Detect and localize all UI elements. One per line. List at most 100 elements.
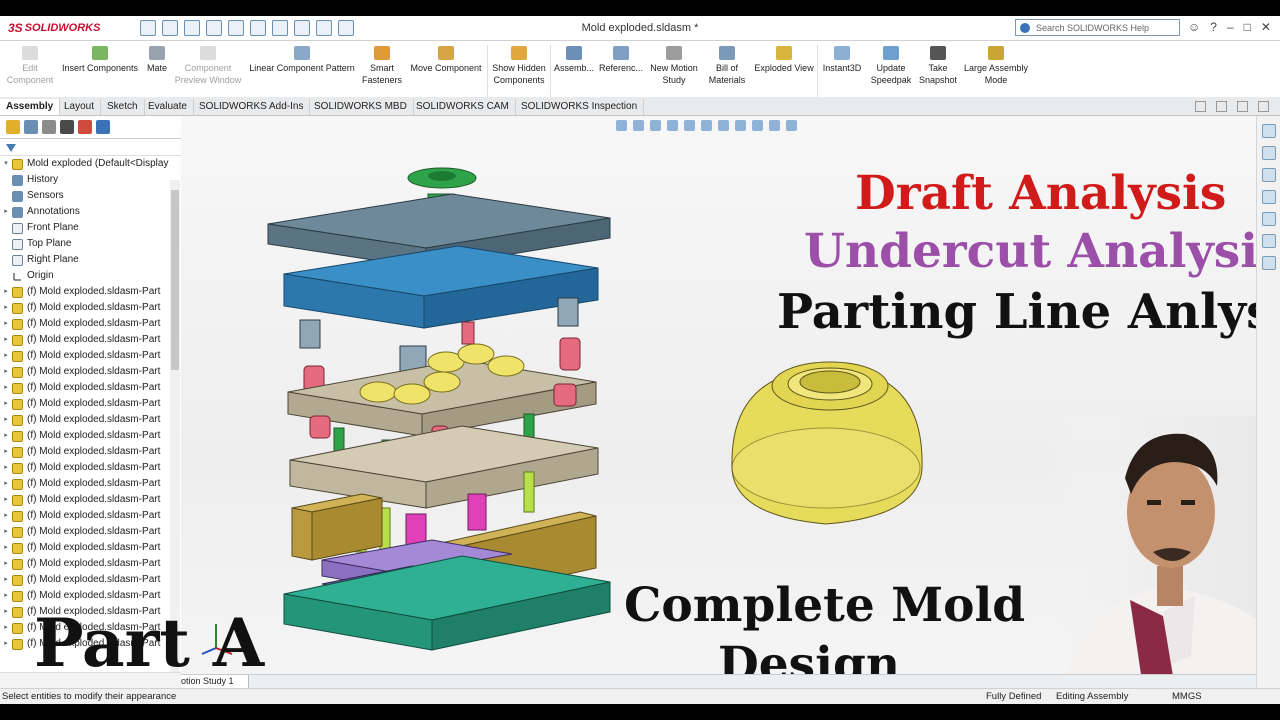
scene-icon[interactable] bbox=[769, 120, 780, 131]
minimize-icon[interactable]: – bbox=[1227, 20, 1234, 34]
tab-assembly[interactable]: Assembly bbox=[0, 99, 61, 115]
expand-icon[interactable]: ▸ bbox=[0, 364, 12, 380]
view-palette-icon[interactable] bbox=[1262, 190, 1276, 204]
tree-item-part[interactable]: ▸ (f) Mold exploded.sldasm-Part bbox=[0, 380, 170, 396]
restore-icon[interactable]: □ bbox=[1244, 20, 1251, 34]
expand-icon[interactable]: ▸ bbox=[0, 524, 12, 540]
zoom-area-icon[interactable] bbox=[633, 120, 644, 131]
tree-item-origin[interactable]: Origin bbox=[0, 268, 170, 284]
scrollbar-thumb[interactable] bbox=[171, 190, 179, 370]
tree-item-sensors[interactable]: Sensors bbox=[0, 188, 170, 204]
view-settings-icon[interactable] bbox=[786, 120, 797, 131]
tab-motion-study[interactable]: otion Study 1 bbox=[181, 675, 249, 688]
tree-item-history[interactable]: History bbox=[0, 172, 170, 188]
edit-appearance-icon[interactable] bbox=[752, 120, 763, 131]
expand-icon[interactable]: ▸ bbox=[0, 540, 12, 556]
tree-item-part[interactable]: ▸ (f) Mold exploded.sldasm-Part bbox=[0, 284, 170, 300]
exploded-mold-assembly[interactable] bbox=[262, 156, 622, 676]
dimxpert-tab-icon[interactable] bbox=[60, 120, 74, 134]
tree-item-part[interactable]: ▸ (f) Mold exploded.sldasm-Part bbox=[0, 412, 170, 428]
edit-component-button[interactable]: Edit Component bbox=[4, 43, 56, 86]
design-library-icon[interactable] bbox=[1262, 146, 1276, 160]
file-explorer-icon[interactable] bbox=[1262, 168, 1276, 182]
expand-icon[interactable]: ▸ bbox=[0, 348, 12, 364]
linear-pattern-button[interactable]: Linear Component Pattern bbox=[246, 43, 358, 74]
tab-cam[interactable]: SOLIDWORKS CAM bbox=[410, 99, 516, 115]
tree-item-part[interactable]: ▸ (f) Mold exploded.sldasm-Part bbox=[0, 524, 170, 540]
display-style-icon[interactable] bbox=[718, 120, 729, 131]
tab-sketch[interactable]: Sketch bbox=[101, 99, 145, 115]
tree-item-part[interactable]: ▸ (f) Mold exploded.sldasm-Part bbox=[0, 508, 170, 524]
expand-icon[interactable]: ▸ bbox=[0, 476, 12, 492]
tab-mbd[interactable]: SOLIDWORKS MBD bbox=[308, 99, 414, 115]
feature-tree-tab-icon[interactable] bbox=[6, 120, 20, 134]
tree-item-part[interactable]: ▸ (f) Mold exploded.sldasm-Part bbox=[0, 444, 170, 460]
expand-icon[interactable]: ▸ bbox=[0, 460, 12, 476]
configuration-tab-icon[interactable] bbox=[42, 120, 56, 134]
help-icon[interactable]: ? bbox=[1210, 20, 1217, 34]
tree-item-part[interactable]: ▸ (f) Mold exploded.sldasm-Part bbox=[0, 396, 170, 412]
large-assembly-mode-button[interactable]: Large Assembly Mode bbox=[962, 43, 1030, 86]
tree-item-part[interactable]: ▸ (f) Mold exploded.sldasm-Part bbox=[0, 364, 170, 380]
forum-icon[interactable] bbox=[1262, 256, 1276, 270]
expand-icon[interactable]: ▸ bbox=[0, 316, 12, 332]
user-icon[interactable]: ☺ bbox=[1188, 20, 1200, 34]
tree-item-right-plane[interactable]: Right Plane bbox=[0, 252, 170, 268]
show-hidden-button[interactable]: Show Hidden Components bbox=[490, 43, 548, 86]
expand-icon[interactable]: ▸ bbox=[0, 588, 12, 604]
expand-icon[interactable]: ▸ bbox=[0, 508, 12, 524]
view-orientation-icon[interactable] bbox=[701, 120, 712, 131]
tree-item-part[interactable]: ▸ (f) Mold exploded.sldasm-Part bbox=[0, 492, 170, 508]
doc-restore-icon[interactable] bbox=[1216, 101, 1227, 112]
expand-icon[interactable]: ▸ bbox=[0, 428, 12, 444]
expand-icon[interactable]: ▸ bbox=[0, 604, 12, 620]
expand-icon[interactable]: ▸ bbox=[0, 620, 12, 636]
assembly-features-button[interactable]: Assemb... bbox=[552, 43, 596, 74]
dynamic-annotation-icon[interactable] bbox=[684, 120, 695, 131]
insert-components-button[interactable]: Insert Components bbox=[58, 43, 142, 74]
exploded-view-button[interactable]: Exploded View bbox=[752, 43, 816, 74]
expand-icon[interactable]: ▸ bbox=[0, 412, 12, 428]
doc-close-icon[interactable] bbox=[1258, 101, 1269, 112]
tab-addins[interactable]: SOLIDWORKS Add-Ins bbox=[193, 99, 311, 115]
doc-maximize-icon[interactable] bbox=[1237, 101, 1248, 112]
display-manager-tab-icon[interactable] bbox=[78, 120, 92, 134]
previous-view-icon[interactable] bbox=[650, 120, 661, 131]
tree-root[interactable]: ▾ Mold exploded (Default<Display bbox=[0, 156, 170, 172]
tree-item-part[interactable]: ▸ (f) Mold exploded.sldasm-Part bbox=[0, 316, 170, 332]
zoom-to-fit-icon[interactable] bbox=[616, 120, 627, 131]
smart-fasteners-button[interactable]: Smart Fasteners bbox=[360, 43, 404, 86]
tree-item-part[interactable]: ▸ (f) Mold exploded.sldasm-Part bbox=[0, 460, 170, 476]
tree-item-part[interactable]: ▸ (f) Mold exploded.sldasm-Part bbox=[0, 588, 170, 604]
tree-item-part[interactable]: ▸ (f) Mold exploded.sldasm-Part bbox=[0, 300, 170, 316]
expand-icon[interactable]: ▸ bbox=[0, 572, 12, 588]
bill-of-materials-button[interactable]: Bill of Materials bbox=[704, 43, 750, 86]
section-view-icon[interactable] bbox=[667, 120, 678, 131]
tree-item-part[interactable]: ▸ (f) Mold exploded.sldasm-Part bbox=[0, 428, 170, 444]
status-units[interactable]: MMGS bbox=[1172, 691, 1202, 702]
instant3d-button[interactable]: Instant3D bbox=[820, 43, 864, 74]
help-search-input[interactable]: Search SOLIDWORKS Help bbox=[1015, 19, 1180, 36]
tile-icon[interactable] bbox=[1195, 101, 1206, 112]
tree-filter[interactable] bbox=[0, 139, 181, 156]
tree-item-front-plane[interactable]: Front Plane bbox=[0, 220, 170, 236]
tree-item-part[interactable]: ▸ (f) Mold exploded.sldasm-Part bbox=[0, 540, 170, 556]
expand-icon[interactable]: ▸ bbox=[0, 380, 12, 396]
expand-icon[interactable]: ▸ bbox=[0, 636, 12, 652]
expand-icon[interactable]: ▸ bbox=[0, 332, 12, 348]
tree-item-part[interactable]: ▸ (f) Mold exploded.sldasm-Part bbox=[0, 572, 170, 588]
tree-item-part[interactable]: ▸ (f) Mold exploded.sldasm-Part bbox=[0, 348, 170, 364]
tab-layout[interactable]: Layout bbox=[58, 99, 102, 115]
tree-item-annotations[interactable]: ▸ Annotations bbox=[0, 204, 170, 220]
close-icon[interactable]: ✕ bbox=[1261, 20, 1271, 34]
take-snapshot-button[interactable]: Take Snapshot bbox=[916, 43, 960, 86]
reference-geometry-button[interactable]: Referenc... bbox=[598, 43, 644, 74]
move-component-button[interactable]: Move Component bbox=[406, 43, 486, 74]
tree-item-top-plane[interactable]: Top Plane bbox=[0, 236, 170, 252]
tab-evaluate[interactable]: Evaluate bbox=[142, 99, 194, 115]
cup-part-model[interactable] bbox=[724, 356, 929, 536]
tab-inspection[interactable]: SOLIDWORKS Inspection bbox=[515, 99, 645, 115]
expand-icon[interactable]: ▸ bbox=[0, 444, 12, 460]
property-manager-tab-icon[interactable] bbox=[24, 120, 38, 134]
expand-icon[interactable]: ▸ bbox=[0, 556, 12, 572]
